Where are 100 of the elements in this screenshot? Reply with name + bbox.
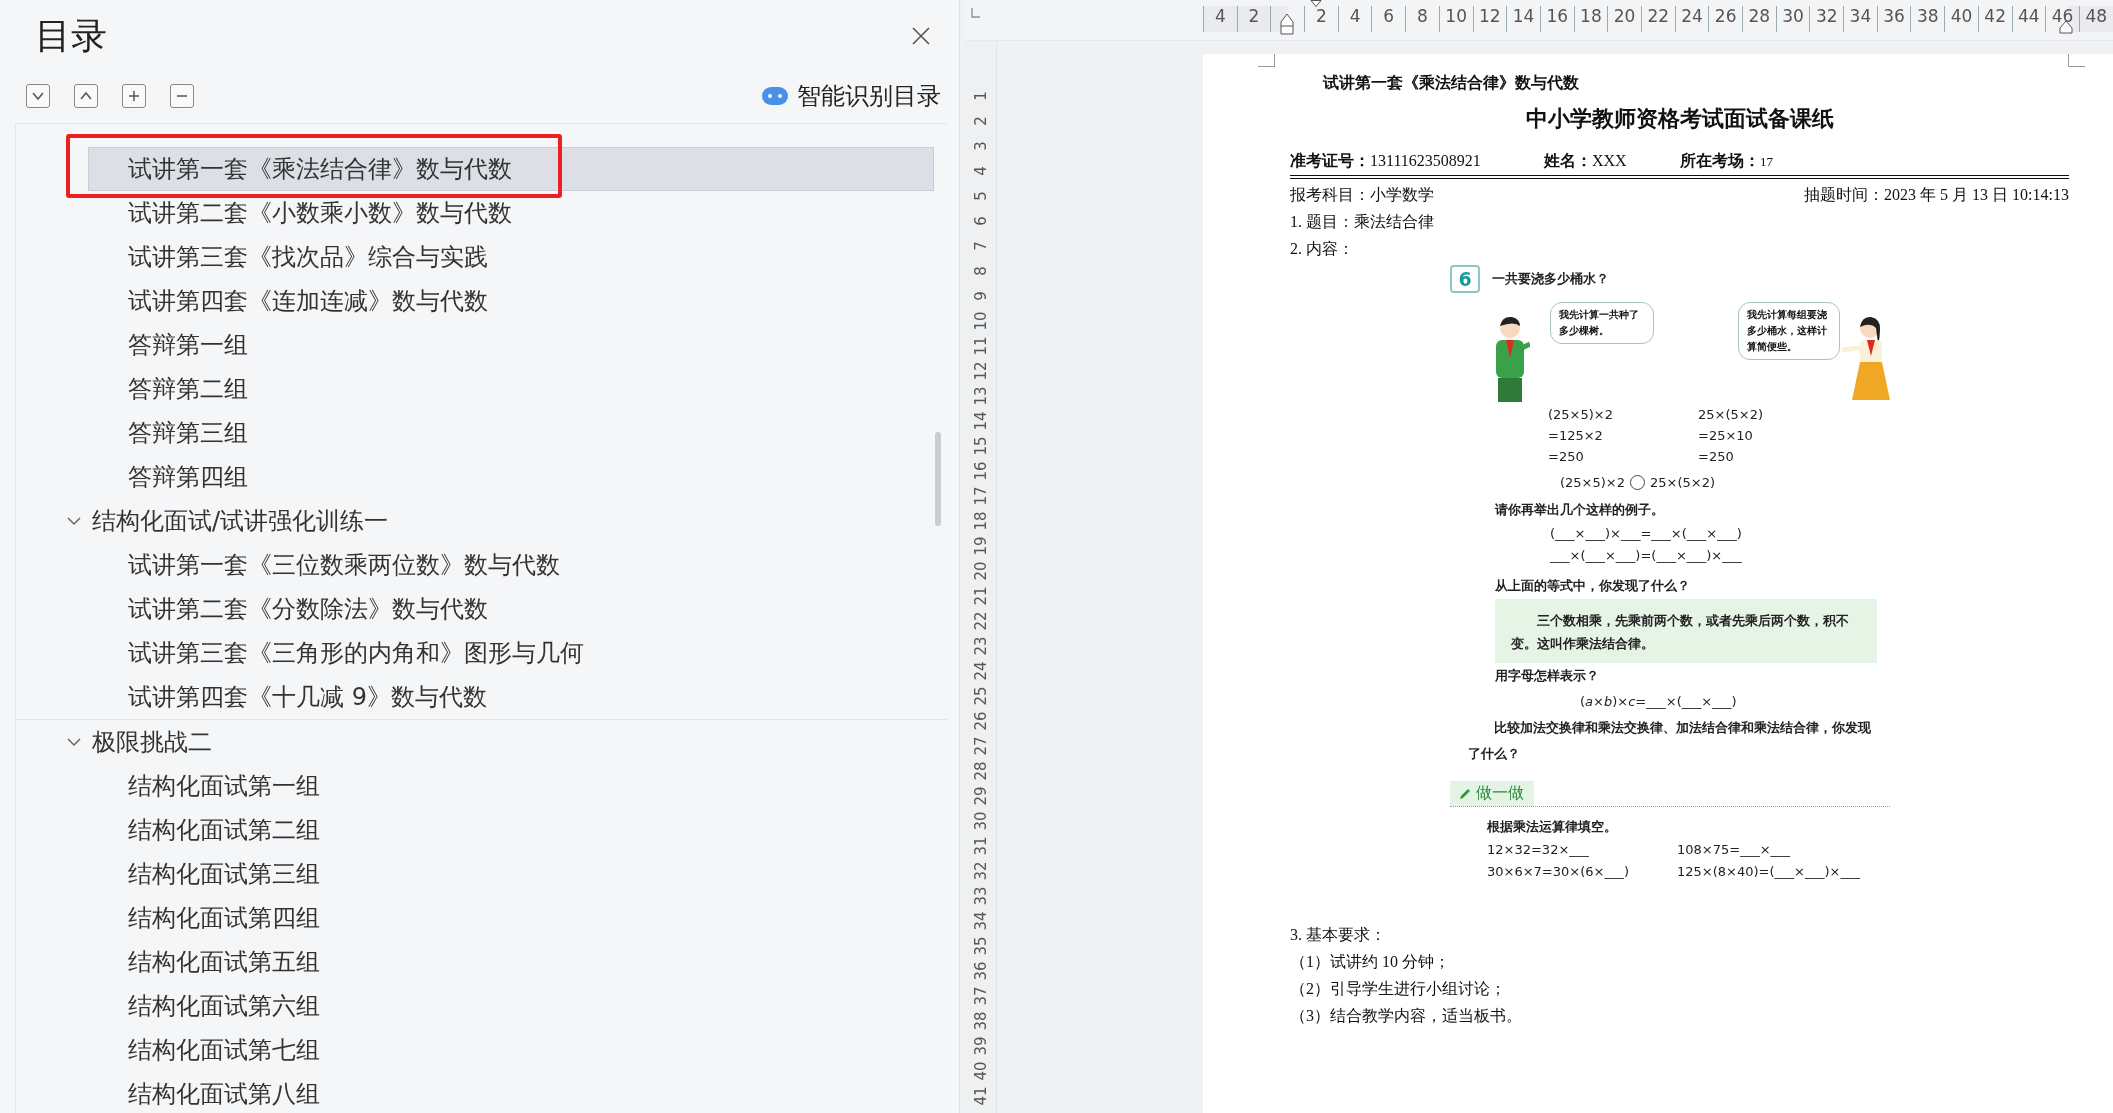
ruler-number: 16 [1539,6,1574,32]
tree-item[interactable]: 结构化面试第三组 [88,852,934,896]
fill-in-line: ___×(___×___)=(___×___)×___ [1550,547,1743,565]
tree-group[interactable]: 结构化面试/试讲强化训练一 [16,499,947,543]
tree-item[interactable]: 答辩第一组 [88,323,934,367]
ruler-number: 10 [1438,6,1473,32]
tree-item[interactable]: 结构化面试第四组 [88,896,934,940]
panel-title: 目录 [35,13,107,58]
ruler-number: 3 [971,140,990,151]
ruler-number: 25 [971,685,990,706]
ruler-number: 33 [971,885,990,906]
tree-item[interactable]: 结构化面试第六组 [88,984,934,1028]
question-text: 一共要浇多少桶水？ [1492,270,1609,288]
ruler-number: 32 [971,860,990,881]
ruler-number: 34 [1843,6,1877,32]
tree-item[interactable]: 结构化面试第五组 [88,940,934,984]
ruler-number: 20 [1607,6,1641,32]
calculation-line: =25×10 [1698,427,1754,445]
ruler-number: 42 [1977,6,2012,32]
ruler-number: 37 [971,985,990,1006]
ruler-number: 30 [1775,6,1810,32]
tree-item[interactable]: 试讲第二套《小数乘小数》数与代数 [88,191,934,235]
ruler-number: 18 [1573,6,1608,32]
section-tag: 做一做 [1450,781,1534,806]
exercise-text: 108×75=___×___ [1677,841,1792,859]
tree-item[interactable]: 试讲第二套《分数除法》数与代数 [88,587,934,631]
problem-number: 6 [1450,265,1480,293]
ruler-number: 27 [971,735,990,756]
tree-item[interactable]: 试讲第一套《三位数乘两位数》数与代数 [88,543,934,587]
ruler-number: 29 [971,785,990,806]
requirement-text: （1）试讲约 10 分钟； [1290,952,1451,972]
content-label: 2. 内容： [1290,239,1355,259]
subject-text: 报考科目：小学数学 [1290,185,1434,205]
info-field: 姓名：XXX [1544,151,1680,173]
ruler-number: 32 [1809,6,1844,32]
smart-toc-button[interactable]: 智能识别目录 [761,80,941,112]
ruler-number: 24 [1674,6,1709,32]
ruler-number: 16 [971,460,990,481]
tree-item[interactable]: 试讲第四套《十几减 9》数与代数 [88,675,934,719]
info-field: 所在考场：17 [1680,151,1773,173]
tree-item[interactable]: 结构化面试第七组 [88,1028,934,1072]
document-title: 中小学教师资格考试面试备课纸 [1524,105,1835,133]
ruler-number: 20 [971,560,990,581]
ruler-number: 38 [971,1010,990,1031]
draw-time-text: 抽题时间：2023 年 5 月 13 日 10:14:13 [1804,185,2069,205]
ruler-number: 8 [971,265,990,276]
tree-item[interactable]: 试讲第一套《乘法结合律》数与代数 [88,147,934,191]
tree-item[interactable]: 试讲第四套《连加连减》数与代数 [88,279,934,323]
ruler-number: 34 [971,910,990,931]
ruler-number: 8 [1405,6,1439,32]
calculation-line: =250 [1548,448,1585,466]
ruler-number: 26 [1708,6,1742,32]
expression-text: (25×5)×2 [1560,474,1625,490]
tree-item[interactable]: 结构化面试第一组 [88,764,934,808]
ruler-number: 36 [1876,6,1911,32]
ruler-number: 12 [971,360,990,381]
tree-group[interactable]: 极限挑战二 [16,720,947,764]
ruler-number: 39 [971,1035,990,1056]
ruler-number: 2 [971,115,990,126]
document-header: 试讲第一套《乘法结合律》数与代数 [1323,73,1580,93]
ruler-number: 21 [971,585,990,606]
formula-text: (a×b)×c=___×(___×___) [1580,693,1738,711]
tree-item[interactable]: 答辩第四组 [88,455,934,499]
prompt-text: 请你再举出几个这样的例子。 [1495,501,1665,519]
ruler-number: 15 [971,435,990,456]
ruler-number: 18 [971,510,990,531]
calculation-line: =125×2 [1548,427,1604,445]
calculation-line: 25×(5×2) [1698,406,1764,424]
calculation-line: (25×5)×2 [1548,406,1614,424]
ruler-number: 41 [971,1085,990,1106]
tree-item[interactable]: 试讲第三套《三角形的内角和》图形与几何 [88,631,934,675]
info-field: 准考证号：13111623508921 [1290,151,1544,173]
tree-item[interactable]: 试讲第三套《找次品》综合与实践 [88,235,934,279]
ruler-number: 26 [971,710,990,731]
question-text: 从上面的等式中，你发现了什么？ [1495,577,1691,595]
ruler-number: 24 [971,660,990,681]
question-text: 用字母怎样表示？ [1495,667,1600,685]
ruler-number: 38 [1910,6,1945,32]
tree-item[interactable]: 答辩第二组 [88,367,934,411]
prompt-text: 根据乘法运算律填空。 [1487,818,1618,836]
exercise-text: 30×6×7=30×(6×___) [1487,863,1630,881]
ruler-number: 5 [971,190,990,201]
requirements-title: 3. 基本要求： [1290,925,1387,945]
ruler-number: 36 [971,960,990,981]
ruler-number: 1 [971,90,990,101]
ruler-number: 7 [971,240,990,251]
exercise-text: 125×(8×40)=(___×___)×___ [1677,863,1861,881]
tree-item[interactable]: 结构化面试第八组 [88,1072,934,1113]
tree-item[interactable]: 答辩第三组 [88,411,934,455]
ruler-number: 10 [971,310,990,331]
ruler-number: 40 [971,1060,990,1081]
ruler-number: 22 [971,610,990,631]
ruler-number: 12 [1472,6,1507,32]
ruler-number: 2 [1236,6,1271,32]
speech-bubble: 我先计算一共种了多少棵树。 [1550,302,1654,344]
ruler-number: 4 [971,165,990,176]
tree-item[interactable]: 结构化面试第二组 [88,808,934,852]
exercise-text: 12×32=32×___ [1487,841,1590,859]
ruler-number: 4 [1203,6,1237,32]
expression-text: 25×(5×2) [1650,474,1716,490]
